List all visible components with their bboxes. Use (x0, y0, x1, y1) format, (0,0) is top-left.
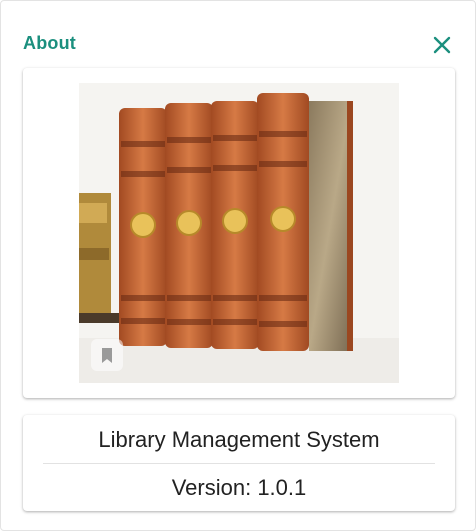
version-text: Version: 1.0.1 (171, 475, 307, 500)
bookmark-button[interactable] (91, 339, 123, 371)
divider (43, 463, 435, 464)
dialog-title: About (23, 33, 76, 53)
book-2 (165, 103, 213, 348)
info-card: Library Management System Version: 1.0.1 (23, 415, 455, 511)
about-dialog: About Library Management System Version:… (0, 0, 476, 531)
app-name: Library Management System (98, 427, 380, 452)
books-image (79, 83, 399, 383)
book-4 (257, 93, 353, 351)
close-button[interactable] (429, 32, 455, 58)
dialog-header: About (1, 1, 475, 71)
book-1 (119, 108, 167, 346)
image-card (23, 68, 455, 398)
books-photo (79, 83, 399, 383)
book-3 (211, 101, 259, 349)
close-icon[interactable] (429, 32, 455, 58)
bookmark-icon[interactable] (91, 339, 123, 371)
